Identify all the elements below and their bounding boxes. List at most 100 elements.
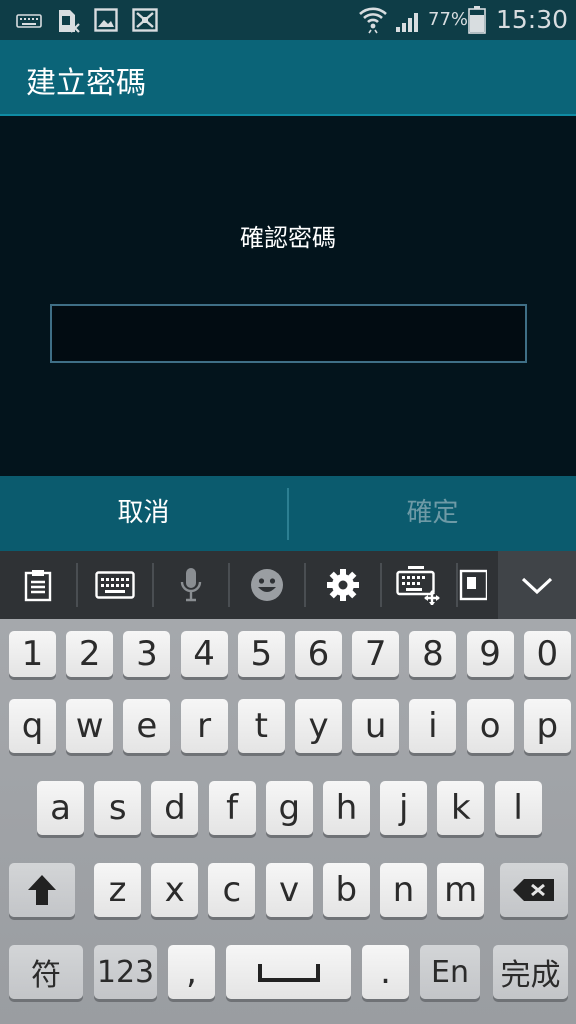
key-1[interactable]: 1 <box>9 631 56 677</box>
key-7[interactable]: 7 <box>352 631 400 677</box>
key-5-label: 5 <box>250 634 273 674</box>
key-p[interactable]: p <box>523 699 571 753</box>
shift-arrow-icon <box>28 875 56 905</box>
key-f-label: f <box>226 788 239 828</box>
key-l[interactable]: l <box>494 781 542 835</box>
key-g[interactable]: g <box>265 781 313 835</box>
key-7-label: 7 <box>364 634 387 674</box>
key-0-label: 0 <box>536 634 559 674</box>
key-d[interactable]: d <box>151 781 199 835</box>
key-c[interactable]: c <box>208 863 256 917</box>
key-f[interactable]: f <box>208 781 256 835</box>
image-icon <box>94 8 118 36</box>
sim-card-icon <box>56 8 82 38</box>
key-a[interactable]: a <box>37 781 84 835</box>
keyboard-icon <box>16 13 42 33</box>
key-n[interactable]: n <box>380 863 427 917</box>
microphone-icon[interactable] <box>153 551 229 619</box>
cancel-button[interactable]: 取消 <box>0 476 287 551</box>
chevron-down-icon[interactable] <box>498 551 576 619</box>
key-k[interactable]: k <box>437 781 485 835</box>
emoji-icon[interactable] <box>229 551 305 619</box>
key-j[interactable]: j <box>380 781 428 835</box>
key-m[interactable]: m <box>437 863 485 917</box>
key-h[interactable]: h <box>323 781 370 835</box>
shift-key[interactable] <box>9 863 75 917</box>
done-key[interactable]: 完成 <box>493 945 568 999</box>
clock: 15:30 <box>496 5 569 34</box>
key-2[interactable]: 2 <box>66 631 114 677</box>
settings-gear-icon[interactable] <box>305 551 381 619</box>
key-9[interactable]: 9 <box>466 631 514 677</box>
key-b[interactable]: b <box>322 863 370 917</box>
backspace-key[interactable] <box>500 863 568 917</box>
backspace-icon <box>513 879 554 901</box>
key-9-label: 9 <box>479 634 501 674</box>
key-z[interactable]: z <box>94 863 141 917</box>
key-s[interactable]: s <box>94 781 142 835</box>
key-q[interactable]: q <box>9 699 56 753</box>
key-6[interactable]: 6 <box>295 631 342 677</box>
key-i-label: i <box>428 706 438 746</box>
confirm-button[interactable]: 確定 <box>289 476 576 551</box>
numbers-key[interactable]: 123 <box>94 945 157 999</box>
key-1-label: 1 <box>21 634 44 674</box>
symbols-key[interactable]: 符 <box>9 945 83 999</box>
key-x[interactable]: x <box>151 863 199 917</box>
keyboard-toolbar <box>0 551 576 619</box>
battery-icon <box>468 6 486 38</box>
key-y[interactable]: y <box>295 699 342 753</box>
key-v-label: v <box>279 870 300 910</box>
key-2-label: 2 <box>78 634 101 674</box>
key-d-label: d <box>164 788 186 828</box>
key-u[interactable]: u <box>352 699 400 753</box>
symbols-key-label: 符 <box>31 958 61 993</box>
key-w[interactable]: w <box>66 699 114 753</box>
key-k-label: k <box>451 788 471 828</box>
key-i[interactable]: i <box>409 699 457 753</box>
handwriting-icon[interactable] <box>457 551 498 619</box>
key-t[interactable]: t <box>237 699 285 753</box>
period-key[interactable]: . <box>362 945 409 999</box>
key-4[interactable]: 4 <box>180 631 228 677</box>
key-l-label: l <box>513 788 523 828</box>
clipboard-icon[interactable] <box>0 551 76 619</box>
comma-key[interactable]: , <box>168 945 215 999</box>
key-p-label: p <box>536 706 559 746</box>
space-key[interactable] <box>226 945 351 999</box>
key-a-label: a <box>50 788 71 828</box>
key-8-label: 8 <box>422 634 444 674</box>
key-z-label: z <box>108 870 127 910</box>
key-5[interactable]: 5 <box>237 631 285 677</box>
key-e-label: e <box>136 706 158 746</box>
key-w-label: w <box>75 706 104 746</box>
signal-icon <box>394 8 422 38</box>
key-6-label: 6 <box>307 634 330 674</box>
password-dialog: 確認密碼 <box>0 116 576 476</box>
period-key-label: . <box>380 952 391 992</box>
key-3[interactable]: 3 <box>123 631 171 677</box>
done-key-label: 完成 <box>500 958 561 993</box>
screenshot-icon <box>132 8 158 36</box>
key-v[interactable]: v <box>265 863 313 917</box>
key-m-label: m <box>444 870 478 910</box>
language-key[interactable]: En <box>420 945 480 999</box>
key-o[interactable]: o <box>466 699 514 753</box>
action-bar: 取消 確定 <box>0 476 576 551</box>
wifi-icon <box>358 4 388 38</box>
keyboard-move-icon[interactable] <box>381 551 457 619</box>
confirm-password-label: 確認密碼 <box>240 224 336 252</box>
keyboard-icon[interactable] <box>77 551 153 619</box>
key-8[interactable]: 8 <box>409 631 457 677</box>
key-n-label: n <box>392 870 415 910</box>
comma-key-label: , <box>186 952 197 992</box>
key-q-label: q <box>21 706 44 746</box>
language-key-label: En <box>431 954 469 990</box>
key-e[interactable]: e <box>123 699 171 753</box>
battery-percent: 77% <box>428 9 469 30</box>
key-b-label: b <box>335 870 358 910</box>
key-r[interactable]: r <box>180 699 228 753</box>
key-t-label: t <box>254 706 268 746</box>
password-input[interactable] <box>50 304 527 363</box>
key-0[interactable]: 0 <box>523 631 571 677</box>
